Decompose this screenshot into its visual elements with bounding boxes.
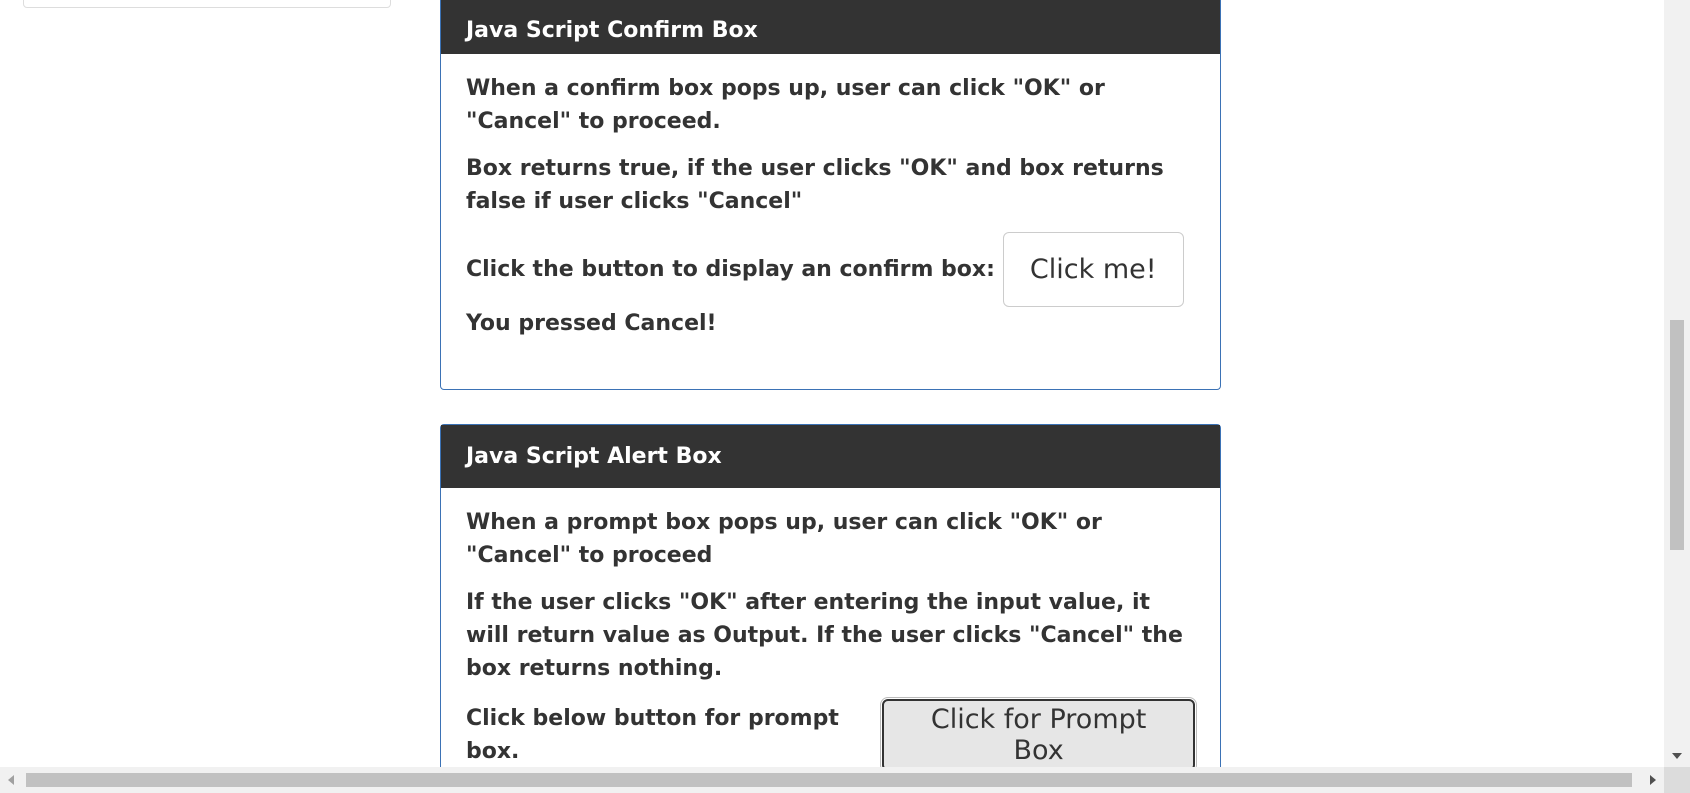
horizontal-scrollbar[interactable]: [0, 767, 1664, 793]
click-me-button[interactable]: Click me!: [1002, 232, 1184, 307]
sidebar-card: [23, 0, 391, 8]
prompt-instruction: Click below button for prompt box.: [466, 706, 839, 764]
confirm-description-1: When a confirm box pops up, user can cli…: [466, 76, 1105, 134]
prompt-description-1: When a prompt box pops up, user can clic…: [466, 510, 1102, 568]
vertical-scrollbar-thumb[interactable]: [1670, 320, 1684, 550]
prompt-box-panel: Java Script Alert Box When a prompt box …: [440, 424, 1221, 767]
scroll-right-arrow-icon[interactable]: [1650, 775, 1656, 785]
vertical-scrollbar[interactable]: [1664, 0, 1690, 767]
confirm-description-2: Box returns true, if the user clicks "OK…: [466, 156, 1164, 214]
scroll-left-arrow-icon[interactable]: [8, 775, 14, 785]
page-viewport: Java Script Confirm Box When a confirm b…: [0, 0, 1664, 767]
confirm-panel-title: Java Script Confirm Box: [441, 0, 1220, 54]
prompt-button-row: Click below button for prompt box. Click…: [466, 697, 1197, 767]
prompt-panel-title: Java Script Alert Box: [441, 425, 1220, 488]
confirm-panel-body: When a confirm box pops up, user can cli…: [441, 54, 1220, 340]
confirm-instruction: Click the button to display an confirm b…: [466, 257, 995, 282]
horizontal-scrollbar-thumb[interactable]: [26, 773, 1632, 787]
scrollbar-corner: [1664, 767, 1690, 793]
prompt-panel-body: When a prompt box pops up, user can clic…: [441, 488, 1220, 767]
confirm-result-text: You pressed Cancel!: [466, 311, 717, 336]
confirm-button-row: Click the button to display an confirm b…: [466, 232, 1195, 307]
prompt-box-button[interactable]: Click for Prompt Box: [880, 697, 1197, 767]
prompt-description-2: If the user clicks "OK" after entering t…: [466, 590, 1183, 681]
confirm-box-panel: Java Script Confirm Box When a confirm b…: [440, 0, 1221, 390]
scroll-down-arrow-icon[interactable]: [1672, 753, 1682, 759]
